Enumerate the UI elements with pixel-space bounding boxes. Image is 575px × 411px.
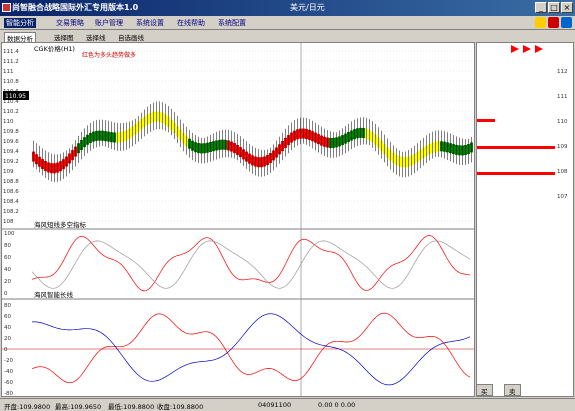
help-icon[interactable] <box>535 17 546 28</box>
status-bar: 开盘:109.9800 最高:109.9650 最低:109.8800 收盘:1… <box>0 398 575 411</box>
price-tick-label: 109.2 <box>3 159 19 165</box>
arrow-icon <box>535 45 543 53</box>
sub-toolbar: 数据分析 选择图 选择线 自选画线 <box>0 31 575 44</box>
arrow-icon <box>523 45 531 53</box>
osc2-tick-label: 80 <box>4 303 11 309</box>
osc1-tick-label: 100 <box>4 231 15 237</box>
price-tick-label: 108 <box>3 219 14 225</box>
select-chart-button[interactable]: 选择图 <box>54 32 74 42</box>
price-tick-label: 111.2 <box>3 59 19 65</box>
osc1-tick-label: 0 <box>4 291 8 297</box>
right-tick-label: 109 <box>557 144 568 150</box>
price-tick-label: 108.4 <box>3 199 19 205</box>
right-tick-label: 108 <box>557 169 568 175</box>
right-tick-label: 110 <box>557 119 568 125</box>
price-tick-label: 110.2 <box>3 109 19 115</box>
osc1-pane <box>2 229 474 299</box>
status-time: 04091100 <box>258 401 292 409</box>
maximize-button[interactable]: □ <box>548 2 560 13</box>
price-tick-label: 108.6 <box>3 189 19 195</box>
osc1-tick-label: 60 <box>4 255 11 261</box>
price-tick-label: 109 <box>3 169 14 175</box>
status-open: 开盘:109.9800 <box>4 403 51 411</box>
right-tick-label: 112 <box>557 69 568 75</box>
osc1-tick-label: 80 <box>4 243 11 249</box>
app-icon <box>2 3 11 12</box>
price-tick-label: 109.6 <box>3 139 19 145</box>
status-low: 最低:109.8800 <box>108 403 155 411</box>
price-marker: 110.95 <box>5 93 26 100</box>
price-tick-label: 111 <box>3 69 14 75</box>
select-line-button[interactable]: 选择线 <box>86 32 106 42</box>
osc2-tick-label: 60 <box>4 314 11 320</box>
status-extra: 0.00 0 0.00 <box>318 401 356 409</box>
level-bar <box>477 172 555 175</box>
osc1-tick-label: 20 <box>4 279 11 285</box>
level-bar <box>477 119 495 122</box>
chart-area[interactable]: 111.4111.2111110.8110.6110.4110.2110109.… <box>1 42 475 397</box>
menu-item-system-settings[interactable]: 系统设置 <box>136 18 164 28</box>
main-pane-label: CGK价格(H1) <box>34 44 75 53</box>
menu-item-strategy[interactable]: 交易策略 <box>56 18 84 28</box>
right-tick-label: 107 <box>557 194 568 200</box>
info-icon[interactable] <box>561 17 572 28</box>
right-ticks: 112 111 110 109 108 107 <box>557 69 568 200</box>
osc2-tick-label: 0 <box>4 347 8 353</box>
tab-sell[interactable]: 卖出 <box>504 384 521 406</box>
alert-icon[interactable] <box>548 17 559 28</box>
osc1-tick-label: 40 <box>4 267 11 273</box>
osc2-tick-label: -40 <box>4 369 13 375</box>
price-tick-label: 111.4 <box>3 49 19 55</box>
menu-item-help[interactable]: 在线帮助 <box>177 18 205 28</box>
tab-buy[interactable]: 买入 <box>476 384 493 406</box>
menu-bar: 智能分析 交易策略 账户管理 系统设置 在线帮助 系统配置 <box>0 16 575 30</box>
price-tick-label: 110.8 <box>3 79 19 85</box>
arrow-icon <box>511 45 519 53</box>
price-tick-label: 110 <box>3 119 14 125</box>
window-title: 尚智融合战略国际外汇专用版本1.0 <box>12 3 139 12</box>
custom-draw-button[interactable]: 自选画线 <box>118 32 144 42</box>
osc2-pane <box>2 299 474 396</box>
right-panel: 112 111 110 109 108 107 <box>476 42 574 397</box>
price-tick-label: 109.8 <box>3 129 19 135</box>
close-button[interactable]: × <box>561 2 573 13</box>
right-panel-canvas: 112 111 110 109 108 107 <box>477 45 568 200</box>
menu-item-account[interactable]: 账户管理 <box>95 18 123 28</box>
menu-item-config[interactable]: 系统配置 <box>218 18 246 28</box>
chart-canvas[interactable]: 111.4111.2111110.8110.6110.4110.2110109.… <box>2 43 474 397</box>
price-tick-label: 109.4 <box>3 149 19 155</box>
osc2-tick-label: -20 <box>4 358 13 364</box>
osc1-label: 海风短线多空指标 <box>34 220 87 229</box>
menu-item-smart-analysis[interactable]: 智能分析 <box>4 18 36 28</box>
pair-title: 美元/日元 <box>290 3 325 12</box>
status-close: 收盘:109.8800 <box>157 403 204 411</box>
status-high: 最高:109.9650 <box>55 403 102 411</box>
main-annotation: 红色为多头趋势做多 <box>82 51 136 59</box>
price-tick-label: 108.8 <box>3 179 19 185</box>
app-window: 尚智融合战略国际外汇专用版本1.0 美元/日元 _ □ × 智能分析 交易策略 … <box>0 0 575 411</box>
osc2-tick-label: 40 <box>4 325 11 331</box>
osc2-tick-label: -80 <box>4 391 13 396</box>
price-tick-label: 108.2 <box>3 209 19 215</box>
right-tick-label: 111 <box>557 94 568 100</box>
title-bar: 尚智融合战略国际外汇专用版本1.0 美元/日元 _ □ × <box>0 0 575 16</box>
osc2-tick-label: 20 <box>4 336 11 342</box>
level-bar <box>477 146 555 149</box>
osc2-tick-label: -60 <box>4 380 13 386</box>
minimize-button[interactable]: _ <box>535 2 547 13</box>
osc2-label: 海风智能长线 <box>34 290 74 299</box>
